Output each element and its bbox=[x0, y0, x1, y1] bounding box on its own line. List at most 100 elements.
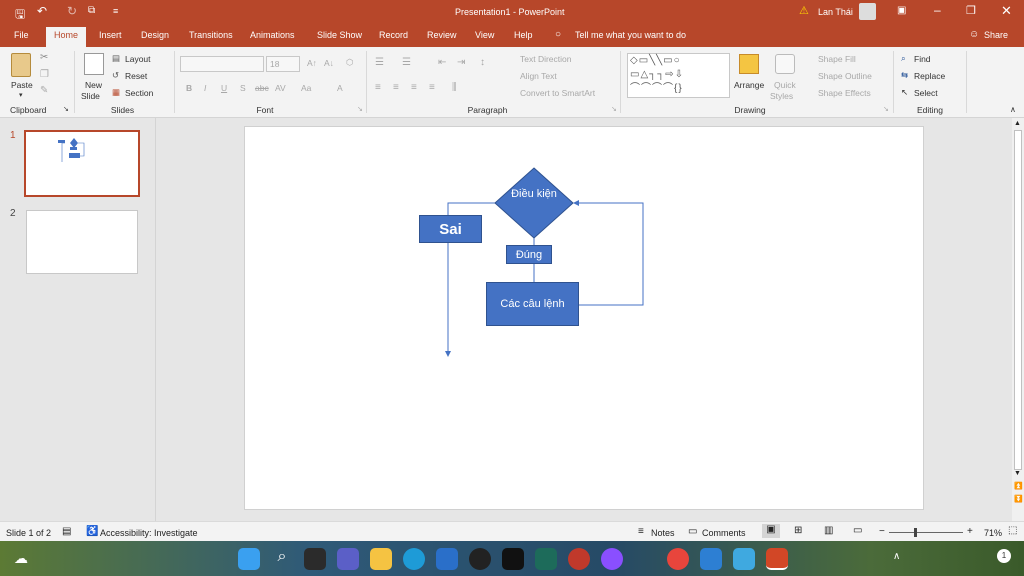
minimize-icon[interactable]: – bbox=[934, 3, 941, 17]
zoom-out-icon[interactable]: − bbox=[879, 526, 885, 537]
zoom-slider[interactable] bbox=[889, 532, 963, 533]
numbering-icon[interactable]: ☰ bbox=[402, 57, 411, 68]
tab-slide-show[interactable]: Slide Show bbox=[317, 30, 362, 40]
true-label-box[interactable]: Đúng bbox=[506, 245, 552, 264]
store-icon[interactable] bbox=[436, 548, 458, 570]
share-icon[interactable]: ☺ bbox=[969, 29, 979, 40]
clipboard-launcher-icon[interactable]: ↘ bbox=[63, 105, 69, 113]
slide-sorter-icon[interactable]: ⊞ bbox=[794, 525, 802, 536]
false-box[interactable]: Sai bbox=[419, 215, 482, 243]
cut-icon[interactable]: ✂ bbox=[40, 52, 48, 63]
chrome-icon[interactable] bbox=[667, 548, 689, 570]
next-slide-icon[interactable]: ⏬ bbox=[1014, 495, 1023, 503]
app-icon[interactable] bbox=[568, 548, 590, 570]
tab-file[interactable]: File bbox=[14, 30, 29, 40]
thumbnail-slide-2[interactable] bbox=[26, 210, 138, 274]
accessibility-icon[interactable]: ♿ bbox=[86, 526, 98, 537]
thumbnail-slide-1[interactable] bbox=[24, 130, 140, 197]
shapes-gallery[interactable]: ◇▭╲╲▭○ ▭△┐┐⇨⇩ ⌒⌒⌒⌒{} bbox=[627, 53, 730, 98]
tab-design[interactable]: Design bbox=[141, 30, 169, 40]
scroll-thumb[interactable] bbox=[1014, 130, 1022, 470]
app-icon[interactable] bbox=[733, 548, 755, 570]
reading-view-icon[interactable]: ▥ bbox=[824, 525, 833, 536]
notes-button[interactable]: Notes bbox=[651, 528, 675, 538]
scroll-down-icon[interactable]: ▼ bbox=[1014, 470, 1021, 477]
comments-button[interactable]: Comments bbox=[702, 528, 746, 538]
shrink-font-icon[interactable]: A↓ bbox=[324, 58, 334, 68]
copy-icon[interactable]: ❐ bbox=[40, 69, 49, 80]
find-button[interactable]: Find bbox=[914, 54, 931, 64]
shape-fill-button[interactable]: Shape Fill bbox=[818, 54, 856, 64]
section-button[interactable]: Section bbox=[125, 88, 153, 98]
font-launcher-icon[interactable]: ↘ bbox=[357, 105, 363, 113]
search-icon[interactable]: ⌕ bbox=[271, 548, 293, 570]
strikethrough-button[interactable]: abc bbox=[255, 83, 269, 93]
save-icon[interactable]: 🖫 bbox=[15, 5, 25, 26]
line-spacing-icon[interactable]: ↕ bbox=[480, 57, 485, 68]
drawing-launcher-icon[interactable]: ↘ bbox=[883, 105, 889, 113]
ribbon-display-icon[interactable]: ▣ bbox=[897, 5, 906, 16]
weather-icon[interactable]: ☁ bbox=[14, 550, 28, 567]
shape-outline-button[interactable]: Shape Outline bbox=[818, 71, 872, 81]
warning-icon[interactable]: ⚠ bbox=[799, 4, 809, 17]
decrease-indent-icon[interactable]: ⇤ bbox=[438, 57, 446, 68]
close-icon[interactable]: ✕ bbox=[1001, 3, 1012, 19]
paste-button[interactable]: Paste bbox=[11, 80, 33, 90]
tab-home[interactable]: Home bbox=[46, 27, 87, 47]
replace-button[interactable]: Replace bbox=[914, 71, 945, 81]
powerpoint-icon[interactable] bbox=[766, 548, 788, 570]
align-text-button[interactable]: Align Text bbox=[520, 71, 557, 81]
vertical-scrollbar[interactable]: ▲ ▼ ⏫ ⏬ bbox=[1012, 118, 1024, 521]
shape-effects-button[interactable]: Shape Effects bbox=[818, 88, 871, 98]
previous-slide-icon[interactable]: ⏫ bbox=[1014, 482, 1023, 490]
align-right-icon[interactable]: ≡ bbox=[411, 82, 417, 93]
app-icon[interactable] bbox=[700, 548, 722, 570]
user-name[interactable]: Lan Thái bbox=[818, 7, 853, 17]
share-button[interactable]: Share bbox=[984, 30, 1008, 40]
statements-box[interactable]: Các câu lệnh bbox=[486, 282, 579, 326]
tab-transitions[interactable]: Transitions bbox=[189, 30, 233, 40]
text-direction-button[interactable]: Text Direction bbox=[520, 54, 572, 64]
arrange-button[interactable]: Arrange bbox=[734, 80, 764, 90]
quick-styles-button-line2[interactable]: Styles bbox=[770, 91, 793, 101]
tab-view[interactable]: View bbox=[475, 30, 494, 40]
zoom-level[interactable]: 71% bbox=[984, 528, 1002, 538]
teams-icon[interactable] bbox=[337, 548, 359, 570]
task-view-icon[interactable] bbox=[304, 548, 326, 570]
bold-button[interactable]: B bbox=[186, 83, 192, 93]
shadow-button[interactable]: S bbox=[240, 83, 246, 93]
new-slide-button[interactable]: New bbox=[85, 80, 102, 90]
zoom-in-icon[interactable]: + bbox=[967, 526, 973, 537]
slideshow-icon[interactable]: ▭ bbox=[853, 525, 862, 536]
char-spacing-button[interactable]: AV bbox=[275, 83, 286, 93]
layout-button[interactable]: Layout bbox=[125, 54, 151, 64]
tab-record[interactable]: Record bbox=[379, 30, 408, 40]
tell-me-search[interactable]: Tell me what you want to do bbox=[575, 30, 686, 40]
zoom-slider-thumb[interactable] bbox=[914, 528, 917, 537]
quick-styles-icon[interactable] bbox=[775, 54, 795, 74]
increase-indent-icon[interactable]: ⇥ bbox=[457, 57, 465, 68]
slide-canvas[interactable]: Điều kiện Sai Đúng Các câu lệnh bbox=[244, 126, 924, 510]
align-left-icon[interactable]: ≡ bbox=[375, 82, 381, 93]
restore-icon[interactable]: ❐ bbox=[966, 4, 976, 17]
spelling-icon[interactable]: ▤ bbox=[62, 526, 71, 537]
tab-review[interactable]: Review bbox=[427, 30, 457, 40]
fit-slide-icon[interactable]: ⬚ bbox=[1008, 525, 1017, 536]
reset-button[interactable]: Reset bbox=[125, 71, 147, 81]
collapse-ribbon-icon[interactable]: ∧ bbox=[1010, 105, 1016, 114]
columns-icon[interactable]: ⫼ bbox=[452, 82, 457, 93]
undo-icon[interactable]: ↶ bbox=[37, 4, 47, 18]
start-icon[interactable] bbox=[238, 548, 260, 570]
messenger-icon[interactable] bbox=[601, 548, 623, 570]
grow-font-icon[interactable]: A↑ bbox=[307, 58, 317, 68]
paragraph-launcher-icon[interactable]: ↘ bbox=[611, 105, 617, 113]
align-center-icon[interactable]: ≡ bbox=[393, 82, 399, 93]
edge-icon[interactable] bbox=[403, 548, 425, 570]
file-explorer-icon[interactable] bbox=[370, 548, 392, 570]
tab-animations[interactable]: Animations bbox=[250, 30, 295, 40]
justify-icon[interactable]: ≡ bbox=[429, 82, 435, 93]
quick-access-more-icon[interactable]: ≡ bbox=[113, 6, 118, 16]
format-painter-icon[interactable]: ✎ bbox=[40, 85, 48, 96]
new-slide-icon[interactable] bbox=[84, 53, 104, 75]
new-slide-button-line2[interactable]: Slide bbox=[81, 91, 100, 101]
